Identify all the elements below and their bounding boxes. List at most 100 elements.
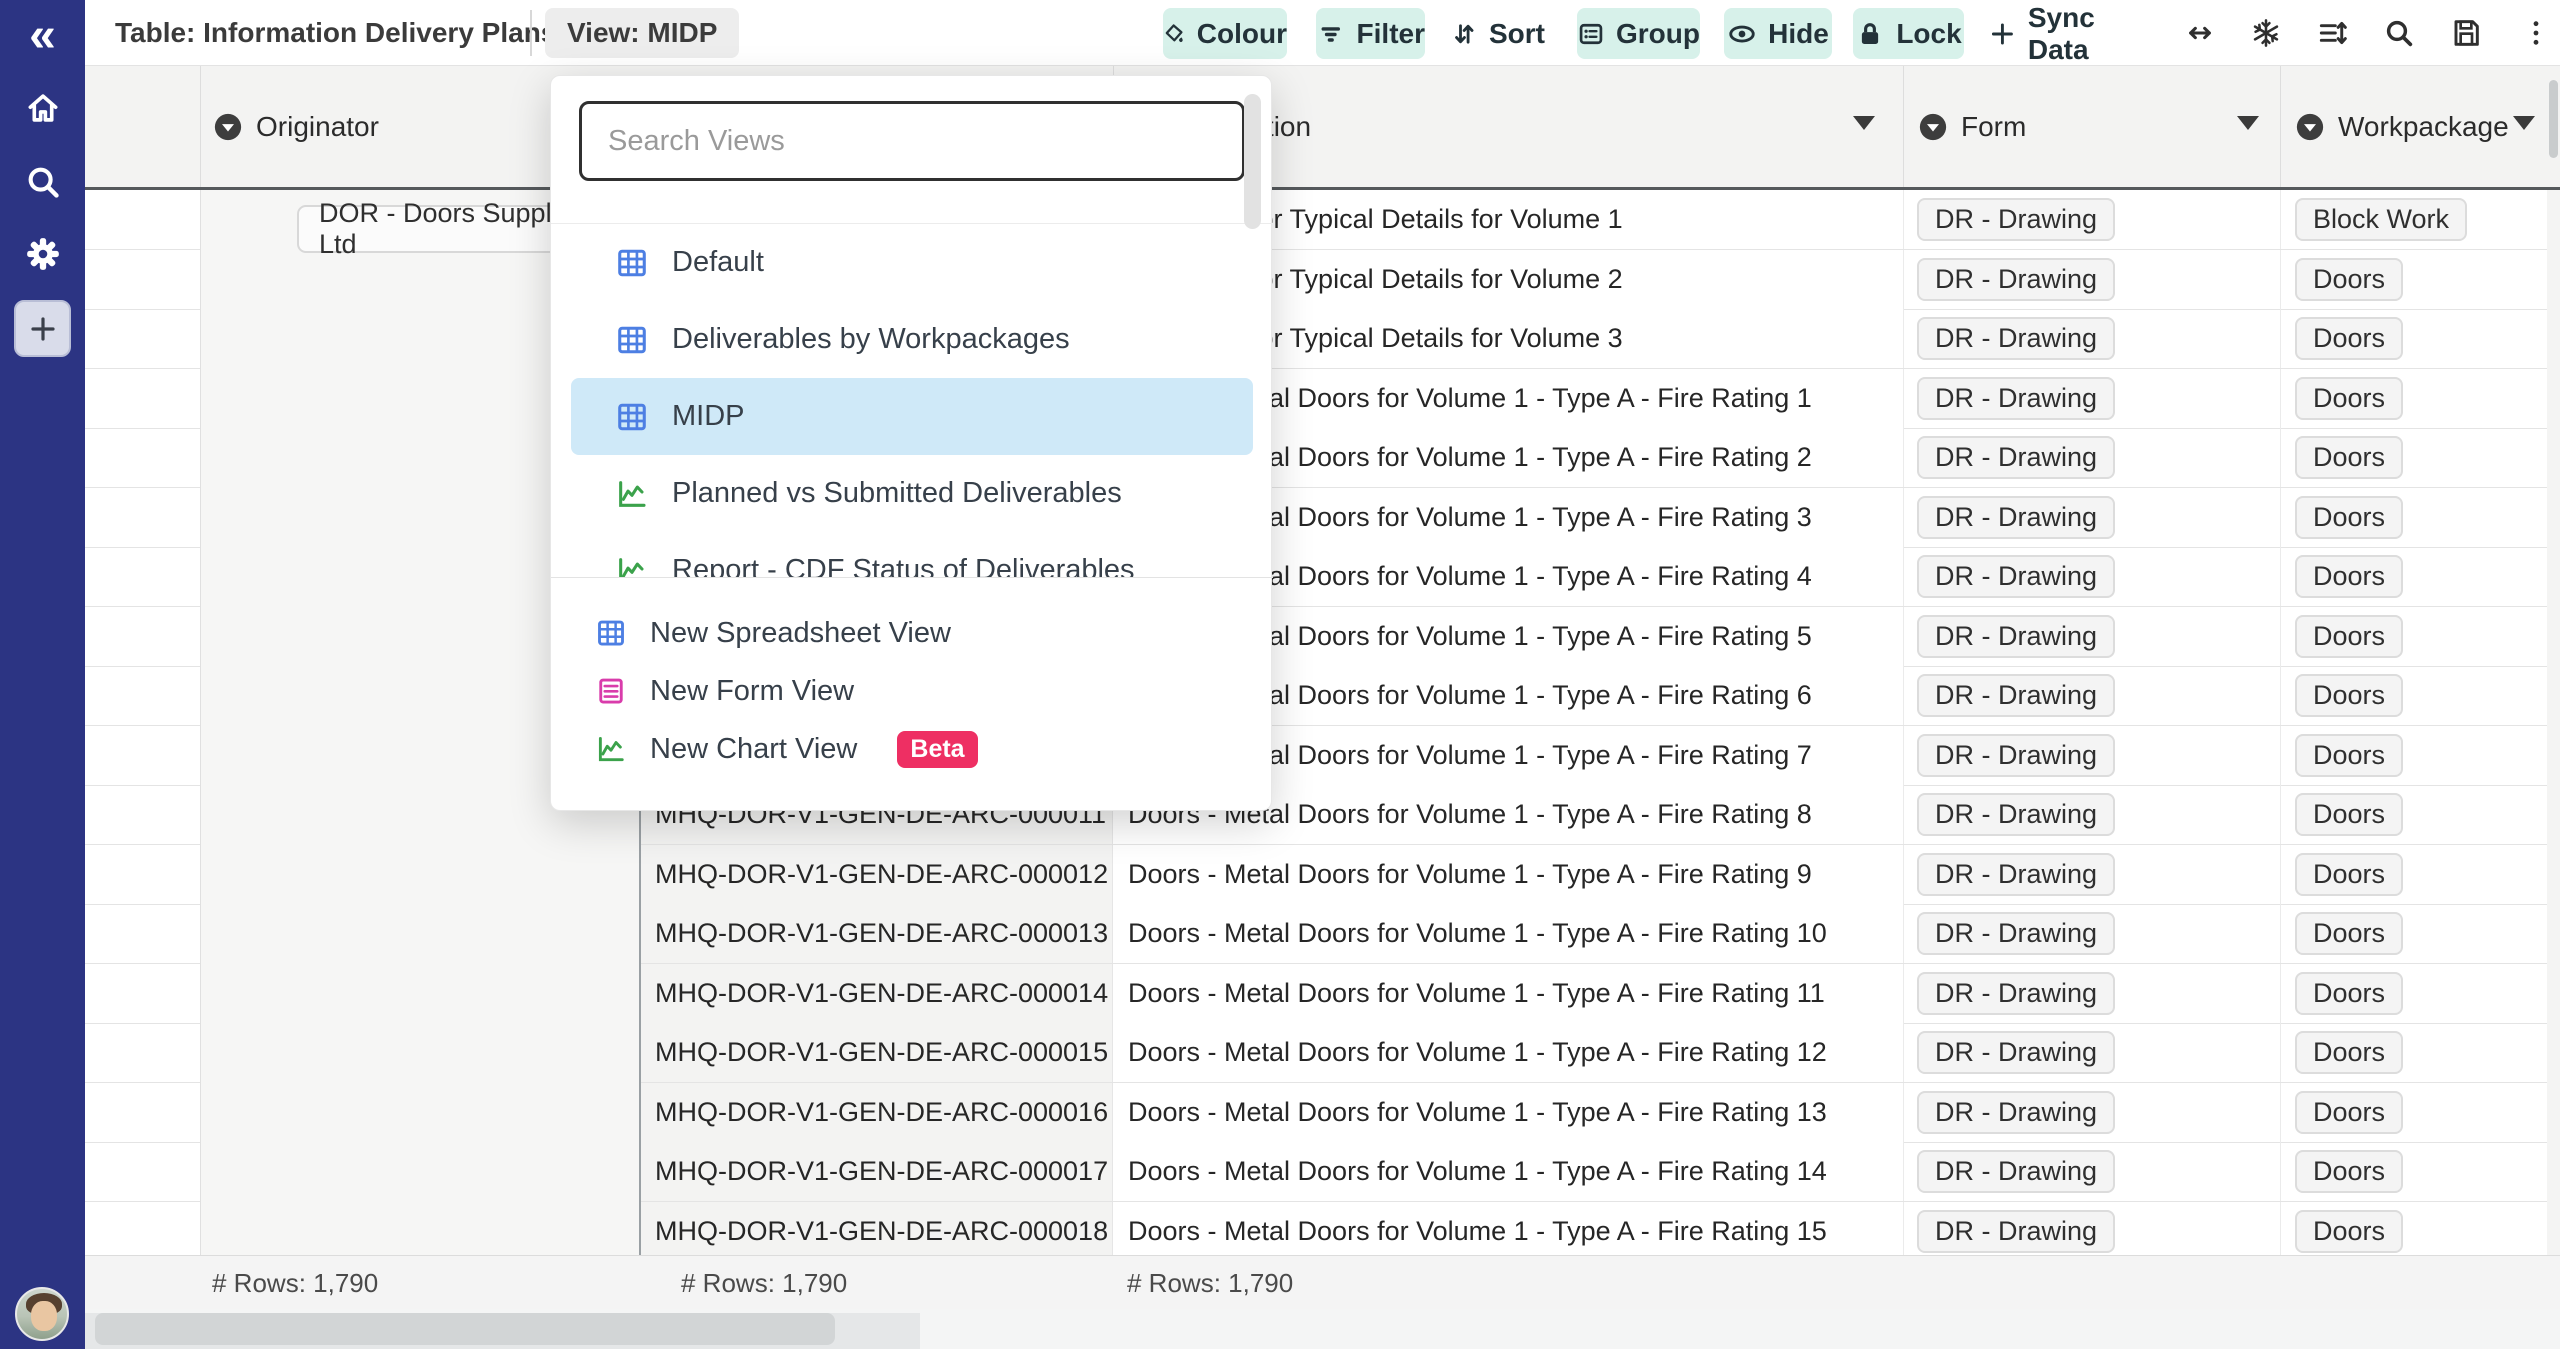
workpackage-cell[interactable]: Doors (2280, 904, 2547, 963)
workpackage-cell[interactable]: Doors (2280, 547, 2547, 606)
description-cell[interactable]: Doors - Metal Doors for Volume 1 - Type … (1113, 1083, 1903, 1142)
view-selector[interactable]: View: MIDP (545, 8, 739, 58)
form-cell[interactable]: DR - Drawing (1903, 666, 2280, 725)
horizontal-scrollbar-thumb[interactable] (95, 1313, 835, 1345)
view-item[interactable]: Planned vs Submitted Deliverables (571, 455, 1253, 532)
form-cell[interactable]: DR - Drawing (1903, 904, 2280, 963)
form-cell[interactable]: DR - Drawing (1903, 785, 2280, 844)
form-cell[interactable]: DR - Drawing (1903, 1083, 2280, 1142)
form-cell[interactable]: DR - Drawing (1903, 250, 2280, 309)
column-menu-caret-description[interactable] (1853, 116, 1875, 130)
workpackage-cell[interactable]: Doors (2280, 607, 2547, 666)
description-cell[interactable]: Doors - Metal Doors for Volume 1 - Type … (1113, 1023, 1903, 1082)
workpackage-cell[interactable]: Block Work (2280, 190, 2547, 249)
workpackage-cell[interactable]: Doors (2280, 1023, 2547, 1082)
workpackage-chip: Doors (2295, 615, 2403, 658)
form-cell[interactable]: DR - Drawing (1903, 964, 2280, 1023)
workpackage-chip: Doors (2295, 555, 2403, 598)
form-cell[interactable]: DR - Drawing (1903, 1142, 2280, 1201)
column-menu-caret-form[interactable] (2237, 116, 2259, 130)
vertical-scrollbar-track[interactable] (2547, 66, 2560, 1255)
view-item-selected[interactable]: MIDP (571, 378, 1253, 455)
form-cell[interactable]: DR - Drawing (1903, 428, 2280, 487)
snowflake-freeze-icon[interactable] (2244, 11, 2288, 55)
view-item[interactable]: Report - CDF Status of Deliverables (571, 532, 1253, 577)
workpackage-cell[interactable]: Doors (2280, 666, 2547, 725)
form-cell[interactable]: DR - Drawing (1903, 1023, 2280, 1082)
description-cell[interactable]: Doors - Metal Doors for Volume 1 - Type … (1113, 1202, 1903, 1256)
filter-button[interactable]: Filter (1316, 8, 1425, 59)
workpackage-cell[interactable]: Doors (2280, 845, 2547, 904)
view-item[interactable]: Deliverables by Workpackages (571, 301, 1253, 378)
document-number-cell[interactable]: MHQ-DOR-V1-GEN-DE-ARC-000016 (640, 1083, 1113, 1142)
workpackage-cell[interactable]: Doors (2280, 1083, 2547, 1142)
document-number-cell[interactable]: MHQ-DOR-V1-GEN-DE-ARC-000015 (640, 1023, 1113, 1082)
new-view-action[interactable]: New Chart ViewBeta (551, 720, 1273, 778)
add-button[interactable] (14, 300, 71, 357)
workpackage-cell[interactable]: Doors (2280, 309, 2547, 368)
form-cell[interactable]: DR - Drawing (1903, 309, 2280, 368)
search-table-icon[interactable] (2377, 11, 2421, 55)
form-cell[interactable]: DR - Drawing (1903, 547, 2280, 606)
workpackage-cell[interactable]: Doors (2280, 428, 2547, 487)
search-icon[interactable] (0, 154, 85, 210)
sort-button[interactable]: Sort (1450, 8, 1545, 59)
document-number-cell[interactable]: MHQ-DOR-V1-GEN-DE-ARC-000017 (640, 1142, 1113, 1201)
workpackage-cell[interactable]: Doors (2280, 250, 2547, 309)
sync-data-button[interactable]: Sync Data (1988, 8, 2158, 59)
document-number-cell[interactable]: MHQ-DOR-V1-GEN-DE-ARC-000013 (640, 904, 1113, 963)
workpackage-cell[interactable]: Doors (2280, 1142, 2547, 1201)
description-cell[interactable]: Doors - Metal Doors for Volume 1 - Type … (1113, 1142, 1903, 1201)
workpackage-cell[interactable]: Doors (2280, 1202, 2547, 1256)
views-list-scrollbar-thumb[interactable] (1244, 94, 1261, 229)
form-cell[interactable]: DR - Drawing (1903, 607, 2280, 666)
workpackage-cell[interactable]: Doors (2280, 726, 2547, 785)
view-item-label: Planned vs Submitted Deliverables (672, 477, 1122, 510)
workpackage-cell[interactable]: Doors (2280, 785, 2547, 844)
gear-icon[interactable] (0, 226, 85, 282)
new-view-action[interactable]: New Spreadsheet View (551, 604, 1273, 662)
lock-button[interactable]: Lock (1853, 8, 1964, 59)
form-cell[interactable]: DR - Drawing (1903, 488, 2280, 547)
form-cell[interactable]: DR - Drawing (1903, 845, 2280, 904)
form-cell[interactable]: DR - Drawing (1903, 726, 2280, 785)
description-cell[interactable]: Doors - Metal Doors for Volume 1 - Type … (1113, 845, 1903, 904)
workpackage-cell[interactable]: Doors (2280, 964, 2547, 1023)
group-button[interactable]: Group (1577, 8, 1700, 59)
home-icon[interactable] (0, 80, 85, 136)
row-height-icon[interactable] (2310, 11, 2354, 55)
description-cell[interactable]: Doors - Metal Doors for Volume 1 - Type … (1113, 904, 1903, 963)
horizontal-scrollbar-track[interactable] (85, 1309, 2560, 1349)
column-header-form[interactable]: Form (1918, 66, 2026, 187)
form-cell[interactable]: DR - Drawing (1903, 1202, 2280, 1256)
colour-button[interactable]: Colour (1163, 8, 1287, 59)
search-views-input[interactable] (579, 101, 1245, 181)
workpackage-cell[interactable]: Doors (2280, 369, 2547, 428)
arrows-horizontal-icon[interactable] (2178, 11, 2222, 55)
document-number-cell[interactable]: MHQ-DOR-V1-GEN-DE-ARC-000014 (640, 964, 1113, 1023)
workpackage-chip: Doors (2295, 436, 2403, 479)
save-icon[interactable] (2444, 11, 2488, 55)
document-number-cell[interactable]: MHQ-DOR-V1-GEN-DE-ARC-000018 (640, 1202, 1113, 1256)
column-header-workpackage[interactable]: Workpackage (2295, 66, 2509, 187)
workpackage-chip: Doors (2295, 258, 2403, 301)
vertical-scrollbar-thumb[interactable] (2549, 80, 2558, 158)
form-chip: DR - Drawing (1917, 853, 2115, 896)
column-header-originator[interactable]: Originator (213, 66, 379, 187)
workpackage-chip: Doors (2295, 1091, 2403, 1134)
view-item[interactable]: Default (571, 224, 1253, 301)
description-cell[interactable]: Doors - Metal Doors for Volume 1 - Type … (1113, 964, 1903, 1023)
new-view-action[interactable]: New Form View (551, 662, 1273, 720)
avatar[interactable] (15, 1287, 69, 1341)
column-menu-caret-workpackage[interactable] (2513, 116, 2535, 130)
toolbar-divider (530, 10, 532, 56)
workpackage-chip: Doors (2295, 734, 2403, 777)
kebab-menu-icon[interactable] (2514, 11, 2558, 55)
hide-button[interactable]: Hide (1724, 8, 1832, 59)
form-cell[interactable]: DR - Drawing (1903, 190, 2280, 249)
collapse-sidebar-icon[interactable]: « (0, 8, 85, 64)
form-cell[interactable]: DR - Drawing (1903, 369, 2280, 428)
document-number-cell[interactable]: MHQ-DOR-V1-GEN-DE-ARC-000012 (640, 845, 1113, 904)
workpackage-cell[interactable]: Doors (2280, 488, 2547, 547)
workpackage-chip: Doors (2295, 496, 2403, 539)
